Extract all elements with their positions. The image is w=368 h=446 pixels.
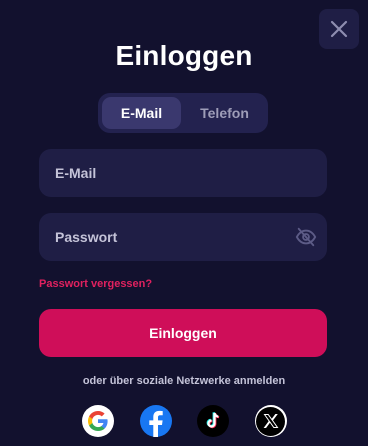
login-button[interactable]: Einloggen (39, 309, 327, 357)
modal-title: Einloggen (115, 40, 253, 71)
login-method-tabs: E-Mail Telefon (98, 93, 268, 133)
google-icon (88, 411, 108, 431)
tab-email[interactable]: E-Mail (102, 97, 181, 129)
google-login-button[interactable] (82, 405, 114, 437)
tiktok-icon (206, 412, 220, 429)
tiktok-login-button[interactable] (197, 405, 230, 437)
x-icon-circle (256, 406, 286, 436)
email-field-wrapper (39, 149, 327, 197)
facebook-icon (148, 410, 163, 437)
social-login-text: oder über soziale Netzwerke anmelden (82, 375, 286, 387)
password-field[interactable] (55, 229, 311, 245)
x-icon (263, 414, 279, 428)
email-field[interactable] (55, 165, 311, 181)
forgot-password-link[interactable]: Passwort vergessen? (39, 278, 152, 290)
tab-phone[interactable]: Telefon (185, 97, 264, 129)
eye-off-icon[interactable] (295, 226, 317, 248)
x-login-button[interactable] (254, 405, 287, 437)
password-field-wrapper (39, 213, 327, 261)
facebook-login-button[interactable] (139, 405, 172, 437)
close-icon (330, 20, 348, 38)
social-login-buttons (82, 405, 287, 437)
